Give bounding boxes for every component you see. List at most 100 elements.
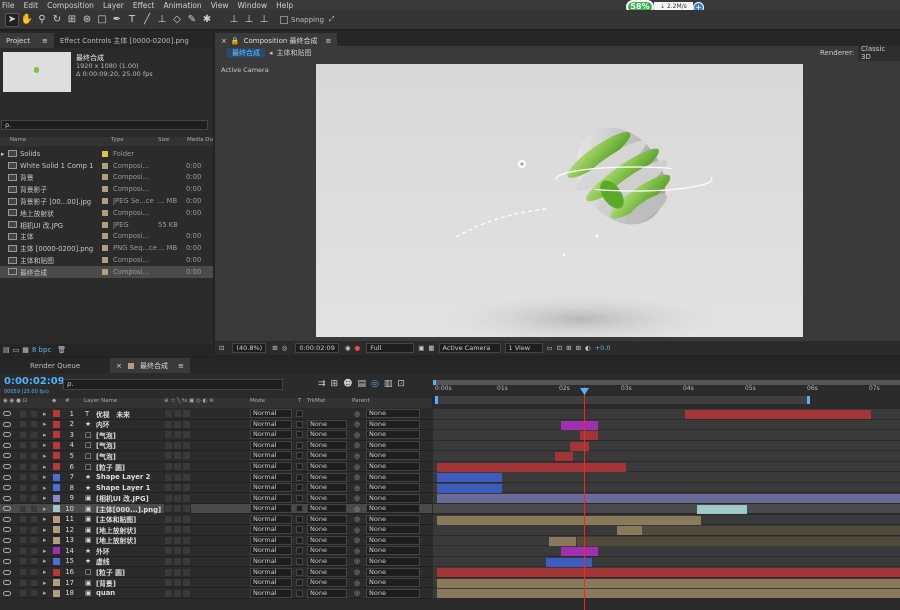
- visibility-eye-icon[interactable]: [3, 569, 11, 575]
- panel-menu-icon[interactable]: ≡: [178, 362, 184, 370]
- menu-effect[interactable]: Effect: [133, 1, 155, 10]
- project-item[interactable]: 背景 Composi... 0:00: [0, 172, 213, 184]
- expand-arrow-icon[interactable]: ▸: [43, 589, 46, 597]
- parent-pickwhip-icon[interactable]: ◎: [354, 484, 360, 492]
- label-color-swatch[interactable]: [102, 245, 108, 252]
- solo-icon[interactable]: [20, 421, 26, 428]
- trkmat-dropdown[interactable]: None: [307, 504, 347, 514]
- lock-icon[interactable]: [31, 579, 37, 586]
- project-item[interactable]: 地上放射状 Composi... 0:00: [0, 207, 213, 219]
- layer-switch[interactable]: [164, 430, 173, 440]
- layer-track[interactable]: [433, 556, 900, 568]
- expand-arrow-icon[interactable]: ▸: [43, 536, 46, 544]
- layer-duration-bar[interactable]: [561, 420, 599, 430]
- lock-icon[interactable]: [31, 474, 37, 481]
- timeline-layer-row[interactable]: ▸ 8 ★ Shape Layer 1 Normal None ◎ None: [0, 483, 432, 494]
- visibility-eye-icon[interactable]: [3, 527, 11, 533]
- label-color-swatch[interactable]: [102, 257, 108, 264]
- lock-icon[interactable]: [31, 547, 37, 554]
- blend-mode-dropdown[interactable]: Normal: [250, 409, 292, 419]
- layer-switch[interactable]: [173, 567, 182, 577]
- solo-icon[interactable]: [20, 505, 26, 512]
- trkmat-dropdown[interactable]: None: [307, 419, 347, 429]
- layer-track[interactable]: [433, 430, 900, 441]
- column-mode[interactable]: Mode: [250, 398, 265, 404]
- lock-icon[interactable]: [31, 516, 37, 523]
- layer-switch[interactable]: [182, 504, 191, 514]
- parent-dropdown[interactable]: None: [366, 440, 420, 450]
- preserve-transparency-checkbox[interactable]: [296, 505, 303, 513]
- visibility-eye-icon[interactable]: [3, 537, 11, 543]
- trkmat-dropdown[interactable]: None: [307, 430, 347, 440]
- expand-arrow-icon[interactable]: ▸: [43, 515, 46, 523]
- project-item[interactable]: 相机UI 改.JPG JPEG 55 KB: [0, 219, 213, 231]
- solo-icon[interactable]: [20, 431, 26, 438]
- effect-controls-tab[interactable]: Effect Controls 主体 [0000-0200].png: [54, 33, 194, 48]
- visibility-eye-icon[interactable]: [3, 411, 11, 417]
- preserve-transparency-checkbox[interactable]: [296, 579, 303, 587]
- puppet-tool-icon[interactable]: ✱: [200, 13, 214, 27]
- visibility-eye-icon[interactable]: [3, 506, 11, 512]
- column-parent[interactable]: Parent: [352, 398, 370, 404]
- layer-label-color[interactable]: [53, 463, 60, 471]
- label-color-swatch[interactable]: [102, 174, 108, 181]
- pan-behind-tool-icon[interactable]: ⊛: [80, 13, 94, 27]
- visibility-eye-icon[interactable]: [3, 432, 11, 438]
- views-dropdown[interactable]: 1 View: [504, 343, 543, 353]
- menu-animation[interactable]: Animation: [163, 1, 201, 10]
- layer-label-color[interactable]: [53, 589, 60, 597]
- preserve-transparency-checkbox[interactable]: [296, 494, 303, 502]
- preserve-transparency-checkbox[interactable]: [296, 536, 303, 544]
- lock-icon[interactable]: [31, 505, 37, 512]
- timeline-layer-row[interactable]: ▸ 15 ★ 虚线 Normal None ◎ None: [0, 556, 432, 568]
- layer-duration-bar[interactable]: [545, 557, 592, 567]
- local-axis-icon[interactable]: ⊥: [227, 13, 241, 27]
- panel-menu-icon[interactable]: ≡: [42, 37, 48, 45]
- layer-duration-bar[interactable]: [437, 473, 503, 483]
- comp-viewer[interactable]: [316, 64, 803, 347]
- layer-switch[interactable]: [173, 578, 182, 588]
- layer-switch[interactable]: [164, 567, 173, 577]
- lock-icon[interactable]: [31, 558, 37, 565]
- label-color-swatch[interactable]: [102, 198, 108, 205]
- timeline-layer-row[interactable]: ▸ 6 □ [粒子 圆] Normal None ◎ None: [0, 462, 432, 473]
- layer-track[interactable]: [433, 419, 900, 431]
- type-tool-icon[interactable]: T: [125, 13, 139, 27]
- layer-switch[interactable]: [173, 472, 182, 482]
- trkmat-dropdown[interactable]: None: [307, 462, 347, 472]
- expand-arrow-icon[interactable]: ▸: [43, 557, 46, 565]
- layer-switch[interactable]: [164, 514, 173, 524]
- layer-label-color[interactable]: [53, 568, 60, 576]
- layer-switch[interactable]: [182, 440, 191, 450]
- layer-switch[interactable]: [173, 556, 182, 566]
- layer-name[interactable]: [地上放射状]: [96, 535, 162, 545]
- render-queue-tab[interactable]: Render Queue: [0, 358, 110, 373]
- view-axis-icon[interactable]: ⊥: [257, 13, 271, 27]
- blend-mode-dropdown[interactable]: Normal: [250, 472, 292, 482]
- preserve-transparency-checkbox[interactable]: [296, 547, 303, 555]
- folder-expand-icon[interactable]: ▸: [1, 150, 4, 158]
- layer-name[interactable]: [粒子 圆]: [96, 567, 162, 577]
- trkmat-dropdown[interactable]: None: [307, 525, 347, 535]
- layer-name[interactable]: Shape Layer 2: [96, 473, 162, 481]
- blend-mode-dropdown[interactable]: Normal: [250, 430, 292, 440]
- layer-switch[interactable]: [182, 451, 191, 461]
- layer-duration-bar[interactable]: [437, 515, 701, 525]
- layer-switch[interactable]: [182, 546, 191, 556]
- layer-name[interactable]: Shape Layer 1: [96, 484, 162, 492]
- visibility-eye-icon[interactable]: [3, 590, 11, 596]
- roto-brush-tool-icon[interactable]: ✎: [185, 13, 199, 27]
- subtab-main-texture[interactable]: 主体和贴图: [277, 48, 312, 58]
- timeline-comp-tab[interactable]: × 最终合成 ≡: [110, 358, 190, 373]
- layer-switch[interactable]: [164, 483, 173, 493]
- solo-icon[interactable]: [20, 526, 26, 533]
- column-media-duration[interactable]: Media Du: [187, 137, 213, 143]
- timeline-layer-row[interactable]: ▸ 13 ▣ [地上放射状] Normal None ◎ None: [0, 535, 432, 547]
- timeline-layer-row[interactable]: ▸ 5 □ [气泡] Normal None ◎ None: [0, 451, 432, 462]
- layer-duration-bar[interactable]: [616, 526, 642, 536]
- lock-icon[interactable]: [31, 484, 37, 491]
- layer-duration-bar[interactable]: [561, 547, 599, 557]
- layer-switch[interactable]: [164, 451, 173, 461]
- layer-switch[interactable]: [182, 535, 191, 545]
- lock-icon[interactable]: [31, 452, 37, 459]
